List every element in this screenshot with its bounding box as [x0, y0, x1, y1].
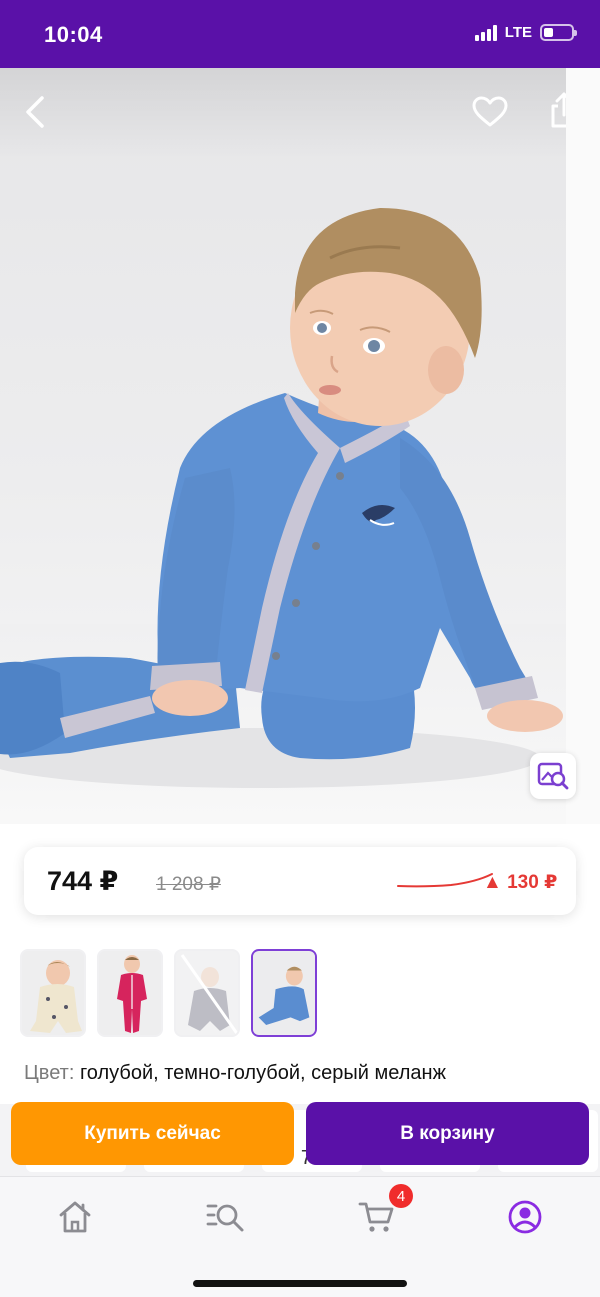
price-change: ▲ 130 ₽ [483, 872, 558, 893]
romper-cream-image [22, 951, 84, 1035]
nav-catalog[interactable] [203, 1195, 247, 1239]
favorite-button[interactable] [468, 90, 512, 134]
catalog-search-icon [206, 1204, 244, 1232]
share-icon [551, 92, 566, 128]
home-indicator [193, 1280, 407, 1287]
old-price: 1 208 ₽ [156, 874, 221, 895]
product-screen: 10:04 LTE 744 ₽ 1 208 ₽ ▲ 130 ₽ Цвет: го… [0, 0, 600, 1297]
color-label: Цвет: [24, 1062, 75, 1084]
profile-icon [508, 1200, 542, 1234]
thumbnail-blue-selected[interactable] [251, 949, 317, 1037]
nav-profile[interactable] [503, 1195, 547, 1239]
status-time: 10:04 [44, 22, 103, 47]
cart-count-badge: 4 [389, 1184, 413, 1208]
signal-icon [474, 24, 497, 41]
image-search-icon [537, 762, 569, 790]
next-image-peek [566, 68, 600, 824]
status-indicators: LTE [474, 24, 577, 41]
battery-icon [540, 24, 577, 41]
chevron-left-icon [26, 96, 44, 128]
current-price: 744 ₽ [47, 866, 119, 896]
image-search-button[interactable] [530, 753, 576, 799]
cart-icon [358, 1202, 394, 1232]
color-thumbnails [20, 949, 317, 1037]
romper-raspberry-image [99, 951, 161, 1035]
network-type: LTE [504, 24, 532, 41]
price-trend-icon [397, 873, 493, 888]
romper-blue-image [253, 951, 315, 1035]
heart-outline-icon [472, 96, 508, 127]
nav-home[interactable] [53, 1195, 97, 1239]
price-card[interactable]: 744 ₽ 1 208 ₽ ▲ 130 ₽ [24, 847, 576, 915]
color-value: голубой, темно-голубой, серый меланж [79, 1062, 446, 1084]
product-image[interactable] [0, 68, 566, 824]
add-to-cart-button[interactable]: В корзину [306, 1102, 589, 1165]
status-bar: 10:04 LTE [0, 0, 600, 68]
romper-grey-image [176, 951, 238, 1035]
buy-now-button[interactable]: Купить сейчас [11, 1102, 294, 1165]
share-button[interactable] [542, 88, 566, 132]
baby-romper-photo [0, 208, 563, 788]
color-option: Цвет: голубой, темно-голубой, серый мела… [24, 1062, 446, 1085]
thumbnail-grey-melange-unavailable[interactable] [174, 949, 240, 1037]
back-button[interactable] [14, 90, 58, 134]
thumbnail-raspberry[interactable] [97, 949, 163, 1037]
bottom-nav: 4 [0, 1176, 600, 1297]
home-icon [59, 1201, 91, 1233]
thumbnail-cream-print[interactable] [20, 949, 86, 1037]
